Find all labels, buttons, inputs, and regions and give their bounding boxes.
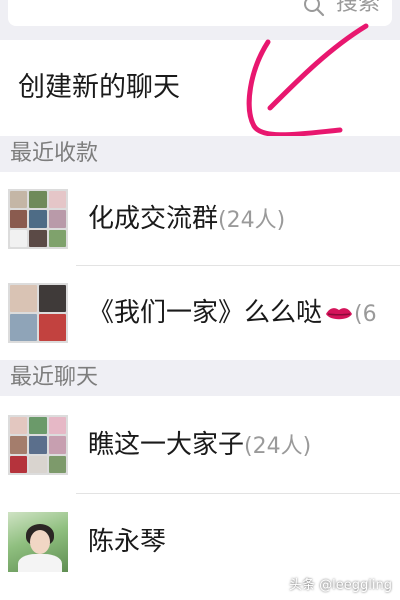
section-header-recent-chats: 最近聊天 [0,360,400,396]
chat-name: 陈永琴 [88,525,166,559]
search-box[interactable] [8,0,392,26]
chat-name: 《我们一家》么么哒 (6 [88,296,377,332]
member-count: (24人) [244,434,312,459]
search-label[interactable]: 搜索 [336,0,380,16]
member-count: (24人) [218,208,286,233]
chat-name: 化成交流群(24人) [88,202,285,238]
chat-name: 瞧这一大家子(24人) [88,428,311,464]
watermark: 头条 @leeggling [289,578,392,593]
lips-icon [326,307,353,319]
search-bar-area: 搜索 [0,0,400,41]
chat-row[interactable]: 化成交流群(24人) [0,172,400,266]
section-title: 最近收款 [10,141,99,166]
group-avatar [8,415,68,475]
search-icon[interactable] [302,0,326,18]
group-avatar [8,189,68,249]
chat-row[interactable]: 瞧这一大家子(24人) [0,396,400,494]
chat-title: 化成交流群 [88,204,219,234]
contact-avatar [8,512,68,572]
group-avatar [8,283,68,343]
chat-title: 《我们一家》么么哒 [88,298,323,328]
section-title: 最近聊天 [10,365,99,390]
member-count: (6 [354,302,377,327]
section-header-recent-collect: 最近收款 [0,136,400,172]
chat-row[interactable]: 《我们一家》么么哒 (6 [0,266,400,360]
chat-picker-screen: 搜索 创建新的聊天 最近收款 化成交流群(24人) 《我们一家》么么哒 (6 最… [0,0,400,600]
chat-title: 瞧这一大家子 [88,430,245,460]
chat-title: 陈永琴 [88,527,167,557]
create-new-chat-label: 创建新的聊天 [18,72,180,103]
create-new-chat-row[interactable]: 创建新的聊天 [0,40,400,136]
